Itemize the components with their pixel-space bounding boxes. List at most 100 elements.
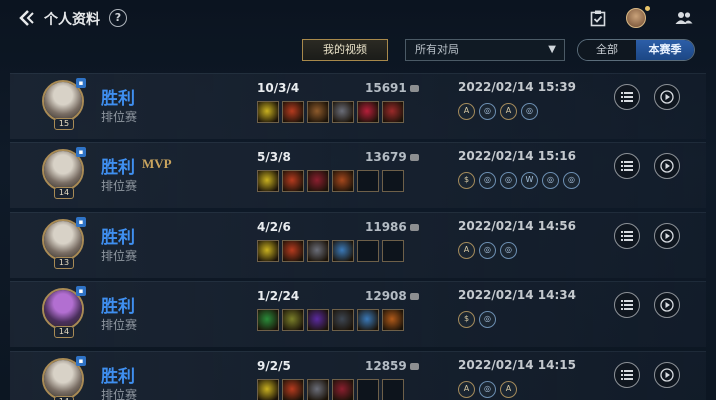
match-result: 胜利 xyxy=(101,297,135,317)
match-date: 2022/02/14 15:16 xyxy=(458,149,576,163)
kda: 9/2/5 xyxy=(257,359,291,373)
queue-type: 排位赛 xyxy=(101,110,138,124)
champion-level: 13 xyxy=(54,257,74,269)
item-slot[interactable] xyxy=(357,240,379,262)
match-result: 胜利 xyxy=(101,158,135,178)
chevron-down-icon: ▼ xyxy=(548,44,556,55)
match-details-button[interactable] xyxy=(614,292,640,318)
rune-list: $ ◎ xyxy=(458,311,496,328)
queue-type: 排位赛 xyxy=(101,249,138,263)
item-slot[interactable] xyxy=(332,309,354,331)
item-slot[interactable] xyxy=(357,309,379,331)
gold-amount: 15691 xyxy=(365,81,419,95)
match-row[interactable]: ▪ 15 胜利 排位赛 10/3/4 15691 2022/02/14 15:3… xyxy=(10,73,706,139)
item-slot[interactable] xyxy=(257,170,279,192)
my-videos-button[interactable]: 我的视频 xyxy=(302,39,388,61)
match-date: 2022/02/14 15:39 xyxy=(458,80,576,94)
list-icon xyxy=(621,370,633,380)
replay-button[interactable] xyxy=(654,362,680,388)
rune-icon: ◎ xyxy=(500,242,517,259)
item-slot[interactable] xyxy=(382,101,404,123)
queue-type: 排位赛 xyxy=(101,318,138,332)
item-slot[interactable] xyxy=(282,379,304,400)
item-slot[interactable] xyxy=(382,170,404,192)
rune-icon: A xyxy=(458,381,475,398)
item-slot[interactable] xyxy=(332,379,354,400)
item-slot[interactable] xyxy=(357,379,379,400)
play-icon xyxy=(660,90,674,104)
rune-list: A ◎ A ◎ xyxy=(458,103,538,120)
match-row[interactable]: ▪ 14 胜利 排位赛 1/2/24 12908 2022/02/14 14:3… xyxy=(10,281,706,347)
item-slot[interactable] xyxy=(307,101,329,123)
top-bar: 个人资料 ? xyxy=(0,0,716,36)
gold-coin-icon xyxy=(409,85,419,92)
seg-all[interactable]: 全部 xyxy=(578,40,636,60)
rune-icon: ◎ xyxy=(479,103,496,120)
kda: 10/3/4 xyxy=(257,81,300,95)
rune-icon: $ xyxy=(458,311,475,328)
friends-button[interactable] xyxy=(674,8,694,28)
item-slot[interactable] xyxy=(307,170,329,192)
rune-icon: ◎ xyxy=(479,311,496,328)
rune-icon: A xyxy=(500,381,517,398)
replay-button[interactable] xyxy=(654,84,680,110)
rank-badge-icon: ▪ xyxy=(76,286,86,296)
item-slot[interactable] xyxy=(282,101,304,123)
item-slot[interactable] xyxy=(257,240,279,262)
queue-type: 排位赛 xyxy=(101,179,138,193)
help-button[interactable]: ? xyxy=(109,9,127,27)
item-slot[interactable] xyxy=(357,101,379,123)
mode-select[interactable]: 所有对局 ▼ xyxy=(405,39,565,61)
list-icon xyxy=(621,92,633,102)
rune-icon: ◎ xyxy=(479,242,496,259)
rune-icon: ◎ xyxy=(542,172,559,189)
item-slot[interactable] xyxy=(357,170,379,192)
item-slot[interactable] xyxy=(332,170,354,192)
item-slot[interactable] xyxy=(307,309,329,331)
item-list xyxy=(257,240,404,262)
gold-value: 15691 xyxy=(365,81,407,95)
match-row[interactable]: ▪ 14 胜利 排位赛 9/2/5 12859 2022/02/14 14:15… xyxy=(10,351,706,400)
item-slot[interactable] xyxy=(332,240,354,262)
item-slot[interactable] xyxy=(382,240,404,262)
match-details-button[interactable] xyxy=(614,362,640,388)
match-details-button[interactable] xyxy=(614,84,640,110)
rank-badge-icon: ▪ xyxy=(76,78,86,88)
play-icon xyxy=(660,229,674,243)
match-result: 胜利 xyxy=(101,228,135,248)
item-list xyxy=(257,101,404,123)
champion-level: 14 xyxy=(54,187,74,199)
kda: 1/2/24 xyxy=(257,289,300,303)
match-details-button[interactable] xyxy=(614,223,640,249)
kda: 4/2/6 xyxy=(257,220,291,234)
rune-icon: ◎ xyxy=(479,172,496,189)
task-button[interactable] xyxy=(588,8,608,28)
friends-icon xyxy=(675,12,693,24)
match-row[interactable]: ▪ 14 胜利 MVP 排位赛 5/3/8 13679 2022/02/14 1… xyxy=(10,142,706,208)
rune-icon: W xyxy=(521,172,538,189)
replay-button[interactable] xyxy=(654,292,680,318)
item-slot[interactable] xyxy=(282,309,304,331)
user-avatar[interactable] xyxy=(626,8,646,28)
seg-season[interactable]: 本赛季 xyxy=(636,40,694,60)
item-slot[interactable] xyxy=(257,379,279,400)
item-slot[interactable] xyxy=(257,101,279,123)
item-slot[interactable] xyxy=(307,379,329,400)
mode-select-value: 所有对局 xyxy=(415,43,459,56)
item-slot[interactable] xyxy=(257,309,279,331)
rune-icon: A xyxy=(500,103,517,120)
match-details-button[interactable] xyxy=(614,153,640,179)
item-slot[interactable] xyxy=(282,240,304,262)
play-icon xyxy=(660,368,674,382)
back-button[interactable] xyxy=(16,7,38,29)
replay-button[interactable] xyxy=(654,153,680,179)
match-row[interactable]: ▪ 13 胜利 排位赛 4/2/6 11986 2022/02/14 14:56… xyxy=(10,212,706,278)
item-slot[interactable] xyxy=(382,379,404,400)
item-slot[interactable] xyxy=(332,101,354,123)
item-slot[interactable] xyxy=(382,309,404,331)
item-slot[interactable] xyxy=(282,170,304,192)
item-slot[interactable] xyxy=(307,240,329,262)
replay-button[interactable] xyxy=(654,223,680,249)
rune-icon: ◎ xyxy=(500,172,517,189)
play-icon xyxy=(660,298,674,312)
